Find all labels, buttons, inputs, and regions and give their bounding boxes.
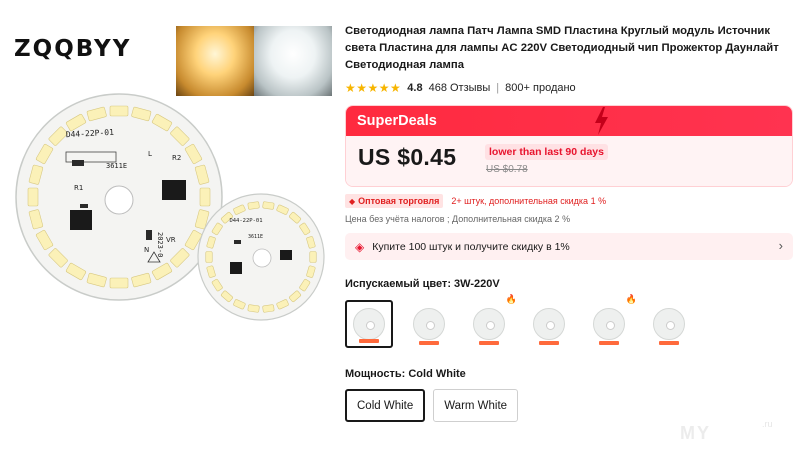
led-chip bbox=[262, 201, 275, 210]
bulk-discount-offer[interactable]: ◈ Купите 100 штук и получите скидку в 1%… bbox=[345, 233, 793, 260]
thumb-wattage-label bbox=[479, 341, 499, 345]
led-chip bbox=[109, 105, 129, 117]
chevron-right-icon: › bbox=[778, 238, 783, 253]
color-thumb-15w[interactable] bbox=[645, 300, 693, 348]
option-warm-white[interactable]: Warm White bbox=[433, 389, 519, 422]
color-thumb-3w[interactable] bbox=[345, 300, 393, 348]
power-options: Cold White Warm White bbox=[345, 389, 795, 422]
option-cold-white[interactable]: Cold White bbox=[345, 389, 426, 422]
thumb-board-image bbox=[533, 308, 565, 340]
board-large-chip: 3611E bbox=[106, 162, 127, 170]
color-option-label: Испускаемый цвет: 3W-220V bbox=[345, 278, 500, 290]
rating-row: ★★★★★ 4.8 468 Отзывы | 800+ продано bbox=[345, 81, 795, 95]
cold-light-swatch bbox=[254, 26, 332, 96]
led-chip bbox=[205, 251, 213, 263]
watermark: MY bbox=[680, 423, 711, 443]
bulk-offer-text: Купите 100 штук и получите скидку в 1% bbox=[372, 240, 570, 253]
power-option-label: Мощность: Cold White bbox=[345, 368, 466, 380]
wholesale-discount: 2+ штук, дополнительная скидка 1 % bbox=[451, 196, 607, 206]
original-price: US $0.78 bbox=[486, 164, 528, 175]
color-thumb-7w[interactable]: 🔥 bbox=[465, 294, 517, 348]
wholesale-badge-label: Оптовая торговля bbox=[358, 196, 440, 206]
board-large-r1: R1 bbox=[74, 184, 83, 192]
thumb-wattage-label bbox=[659, 341, 679, 345]
reviews-link[interactable]: 468 Отзывы bbox=[429, 82, 491, 94]
rating-stars-icon[interactable]: ★★★★★ bbox=[345, 81, 401, 95]
board-large-vr: VR bbox=[166, 236, 176, 244]
thumb-wattage-label bbox=[359, 339, 379, 343]
fire-icon: 🔥 bbox=[505, 294, 517, 304]
thumb-board-image bbox=[473, 308, 505, 340]
color-thumbnails: 🔥 🔥 bbox=[345, 294, 795, 350]
watermark-domain: .ru bbox=[762, 419, 773, 429]
thumb-board-image bbox=[593, 308, 625, 340]
current-price: US $0.45 bbox=[358, 144, 457, 170]
board-large-l: L bbox=[148, 150, 152, 158]
thumb-wattage-label bbox=[539, 341, 559, 345]
color-thumb-5w[interactable] bbox=[405, 300, 453, 348]
color-thumb-9w[interactable] bbox=[525, 300, 573, 348]
brand-logo: ZQQBYY bbox=[14, 36, 132, 62]
rating-value: 4.8 bbox=[407, 82, 423, 94]
warm-light-swatch bbox=[176, 26, 254, 96]
wholesale-row: ◆ Оптовая торговля 2+ штук, дополнительн… bbox=[345, 194, 795, 208]
lightning-bolt-icon bbox=[595, 107, 608, 135]
led-chip bbox=[27, 187, 39, 207]
thumb-wattage-label bbox=[419, 341, 439, 345]
thumb-board-image bbox=[353, 308, 385, 340]
board-large-r2: R2 bbox=[172, 154, 181, 162]
board-large-date: 2023-0 bbox=[156, 232, 164, 257]
lowest-price-badge: lower than last 90 days bbox=[485, 144, 608, 160]
superdeals-title: SuperDeals bbox=[357, 113, 437, 129]
board-small-chip: 3611E bbox=[248, 234, 263, 240]
led-chip bbox=[309, 251, 317, 263]
product-image[interactable]: ZQQBYY D44-22P-01 3611E 2023-0 R2 R1 L N… bbox=[0, 0, 340, 452]
led-chip bbox=[109, 277, 129, 289]
led-chip bbox=[247, 304, 260, 313]
wholesale-badge: ◆ Оптовая торговля bbox=[345, 194, 444, 208]
color-thumb-12w[interactable]: 🔥 bbox=[585, 294, 637, 348]
superdeals-panel: SuperDeals US $0.45 lower than last 90 d… bbox=[345, 105, 793, 187]
led-chip bbox=[262, 304, 275, 313]
divider: | bbox=[496, 82, 500, 94]
led-chip bbox=[247, 201, 260, 210]
fire-icon: 🔥 bbox=[625, 294, 637, 304]
thumb-wattage-label bbox=[599, 341, 619, 345]
discount-tag-icon: ◈ bbox=[355, 239, 365, 254]
tax-note: Цена без учёта налогов ; Дополнительная … bbox=[345, 214, 571, 224]
superdeals-price-area: US $0.45 lower than last 90 days US $0.7… bbox=[346, 136, 792, 186]
board-large-n: N bbox=[144, 246, 149, 254]
superdeals-header: SuperDeals bbox=[346, 106, 792, 136]
thumb-board-image bbox=[653, 308, 685, 340]
led-board-small: D44-22P-01 3611E bbox=[197, 193, 325, 321]
board-small-code: D44-22P-01 bbox=[229, 218, 262, 224]
led-board-large: D44-22P-01 3611E 2023-0 R2 R1 L N VR bbox=[15, 93, 223, 301]
product-info: Светодиодная лампа Патч Лампа SMD Пласти… bbox=[345, 0, 795, 422]
product-title: Светодиодная лампа Патч Лампа SMD Пласти… bbox=[345, 25, 779, 71]
light-color-swatch bbox=[176, 26, 332, 96]
price-tag-icon: ◆ bbox=[349, 196, 356, 206]
thumb-board-image bbox=[413, 308, 445, 340]
sold-count: 800+ продано bbox=[505, 82, 576, 94]
